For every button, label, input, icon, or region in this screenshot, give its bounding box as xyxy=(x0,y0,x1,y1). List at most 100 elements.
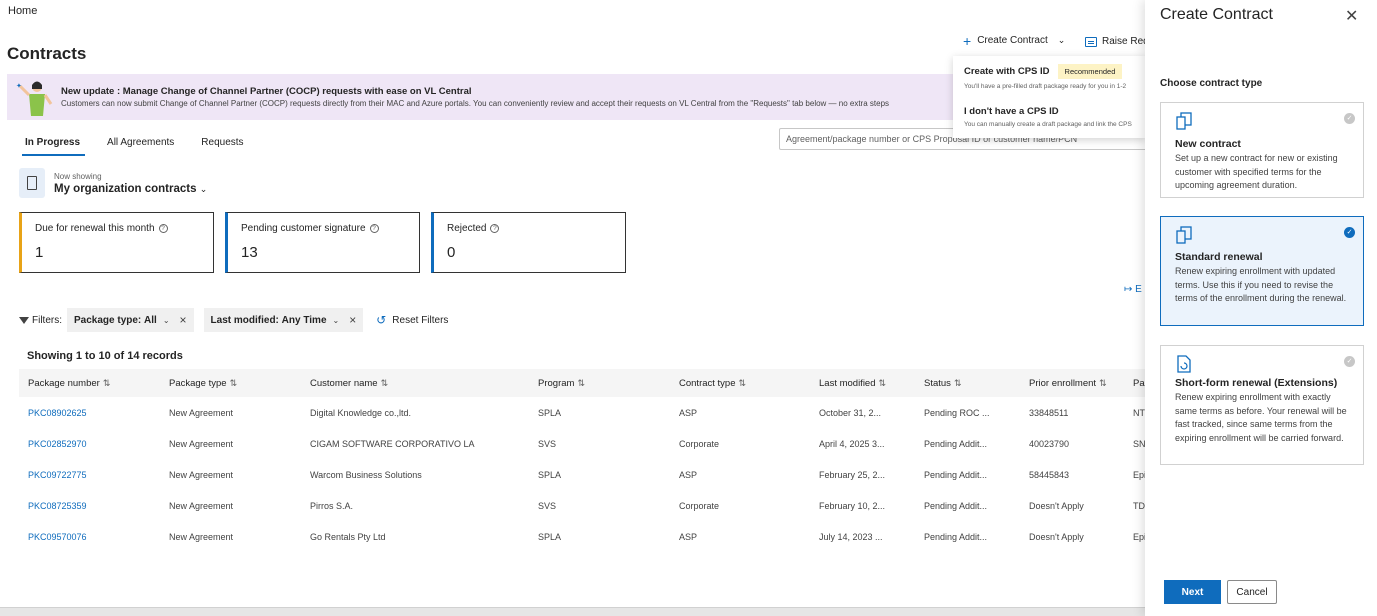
table-cell: Digital Knowledge co.,ltd. xyxy=(310,407,412,418)
table-cell: Pending ROC ... xyxy=(924,407,990,418)
tab-in-progress[interactable]: In Progress xyxy=(18,130,87,156)
table-row[interactable]: PKC08902625 New Agreement Digital Knowledg… xyxy=(19,397,1145,428)
page-title: Contracts xyxy=(7,44,87,63)
table-cell: April 4, 2025 3... xyxy=(819,438,885,449)
sort-icon: ⇅ xyxy=(380,377,389,388)
chevron-down-icon: ⌄ xyxy=(1057,35,1066,45)
table-cell: New Agreement xyxy=(169,469,234,480)
chevron-down-icon[interactable]: ⌄ xyxy=(333,316,340,325)
table-row[interactable]: PKC09570076 New Agreement Go Rentals Pty L… xyxy=(19,521,1145,552)
filter-chip-package-type[interactable]: Package type: All ⌄ × xyxy=(67,308,194,332)
next-button[interactable]: Next xyxy=(1164,580,1221,604)
table-cell: SVS xyxy=(538,500,557,511)
table-cell: SVS xyxy=(538,438,557,449)
close-icon[interactable]: ✕ xyxy=(1345,6,1358,26)
close-icon[interactable]: × xyxy=(180,313,187,327)
table-cell: Warcom Business Solutions xyxy=(310,469,422,480)
column-header[interactable]: Customer name ⇅ xyxy=(301,378,529,389)
table-cell: Corporate xyxy=(679,500,720,511)
table-cell: Pirros S.A. xyxy=(310,500,354,511)
filters-label: Filters: xyxy=(32,314,62,326)
package-number-link[interactable]: PKC02852970 xyxy=(19,439,160,449)
chip-label: Package type: All xyxy=(74,314,157,326)
table-row[interactable]: PKC09722775 New Agreement Warcom Business … xyxy=(19,459,1145,490)
raise-request-button[interactable]: Raise Requ xyxy=(1085,36,1154,47)
column-header[interactable]: Contract type ⇅ xyxy=(670,378,810,389)
menu-item-create-with-cps-id[interactable]: Create with CPS ID Recommended You'll hav… xyxy=(964,64,1146,90)
option-standard-renewal[interactable]: ✓ Standard renewal Renew expiring enroll… xyxy=(1160,216,1364,326)
refresh-document-icon xyxy=(1177,355,1191,373)
banner-title: New update : Manage Change of Channel Pa… xyxy=(61,86,472,97)
card-title: Due for renewal this month xyxy=(35,223,155,234)
package-number-link[interactable]: PKC08725359 xyxy=(19,501,160,511)
table-row[interactable]: PKC08725359 New Agreement Pirros S.A. SVS Co… xyxy=(19,490,1145,521)
create-contract-menu: Create with CPS ID Recommended You'll hav… xyxy=(953,56,1146,138)
view-selector[interactable]: Now showing My organization contracts ⌄ xyxy=(19,168,207,198)
package-number-link[interactable]: PKC08902625 xyxy=(19,408,160,418)
info-icon: ? xyxy=(158,224,168,233)
export-icon: ↦ xyxy=(1124,284,1133,295)
table-cell: New Agreement xyxy=(169,500,234,511)
breadcrumb[interactable]: Home xyxy=(8,5,37,17)
sort-icon: ⇅ xyxy=(738,377,747,388)
filter-chip-last-modified[interactable]: Last modified: Any Time ⌄ × xyxy=(203,308,364,332)
table-cell: SN xyxy=(1133,438,1145,449)
card-due-for-renewal[interactable]: Due for renewal this month? 1 xyxy=(19,212,214,273)
sort-icon: ⇅ xyxy=(577,377,585,388)
tab-all-agreements[interactable]: All Agreements xyxy=(100,130,181,155)
column-header[interactable]: Prior enrollment ⇅ xyxy=(1020,378,1124,389)
table-cell: New Agreement xyxy=(169,438,234,449)
tab-requests[interactable]: Requests xyxy=(194,130,250,155)
reset-filters-button[interactable]: ↺ Reset Filters xyxy=(376,313,448,327)
menu-item-no-cps-id[interactable]: I don't have a CPS ID You can manually c… xyxy=(964,106,1146,128)
column-header[interactable]: Package number ⇅ xyxy=(19,378,160,389)
column-header[interactable]: Status ⇅ xyxy=(915,378,1020,389)
close-icon[interactable]: × xyxy=(349,313,356,327)
menu-item-title: I don't have a CPS ID xyxy=(964,106,1059,117)
table-cell: TD xyxy=(1133,500,1145,511)
tabs: In Progress All Agreements Requests xyxy=(18,130,264,156)
radio-selected-icon: ✓ xyxy=(1344,227,1355,238)
sort-icon: ⇅ xyxy=(878,377,887,388)
table-cell: Go Rentals Pty Ltd xyxy=(310,531,386,542)
column-header[interactable]: Last modified ⇅ xyxy=(810,378,915,389)
chevron-down-icon[interactable]: ⌄ xyxy=(163,316,170,325)
horizontal-scrollbar[interactable] xyxy=(0,607,1145,616)
create-contract-panel: Create Contract ✕ Choose contract type ✓… xyxy=(1145,0,1377,616)
recommended-badge: Recommended xyxy=(1057,64,1123,79)
panel-title: Create Contract xyxy=(1160,6,1273,23)
table-cell: Pending Addit... xyxy=(924,500,988,511)
create-contract-label: Create Contract xyxy=(977,35,1048,46)
create-contract-button[interactable]: + Create Contract ⌄ xyxy=(963,34,1066,48)
table-cell: Epi xyxy=(1133,469,1145,480)
table-cell: July 14, 2023 ... xyxy=(819,531,883,542)
column-header[interactable]: Par xyxy=(1124,378,1145,389)
table-header: Package number ⇅ Package type ⇅ Customer n… xyxy=(19,369,1145,397)
card-value: 1 xyxy=(35,244,44,261)
choose-contract-type-label: Choose contract type xyxy=(1160,78,1263,89)
table-cell: 33848511 xyxy=(1029,407,1069,418)
table-cell: Pending Addit... xyxy=(924,469,988,480)
option-desc: Set up a new contract for new or existin… xyxy=(1175,153,1338,190)
menu-item-desc: You can manually create a draft package … xyxy=(964,121,1132,128)
chip-label: Last modified: Any Time xyxy=(210,314,327,326)
filter-icon xyxy=(19,316,29,324)
card-value: 0 xyxy=(447,244,456,261)
package-number-link[interactable]: PKC09722775 xyxy=(19,470,160,480)
info-icon: ? xyxy=(369,224,379,233)
option-new-contract[interactable]: ✓ New contract Set up a new contract for… xyxy=(1160,102,1364,198)
card-pending-signature[interactable]: Pending customer signature? 13 xyxy=(225,212,420,273)
table-cell: ASP xyxy=(679,531,698,542)
package-number-link[interactable]: PKC09570076 xyxy=(19,532,160,542)
column-header[interactable]: Package type ⇅ xyxy=(160,378,301,389)
table-cell: Epi xyxy=(1133,531,1145,542)
option-short-form-renewal[interactable]: ✓ Short-form renewal (Extensions) Renew … xyxy=(1160,345,1364,465)
table-cell: February 25, 2... xyxy=(819,469,886,480)
now-showing-label: Now showing xyxy=(54,171,102,181)
table-row[interactable]: PKC02852970 New Agreement CIGAM SOFTWARE C… xyxy=(19,428,1145,459)
export-button[interactable]: ↦ E xyxy=(1124,284,1142,295)
column-header[interactable]: Program ⇅ xyxy=(529,378,670,389)
table-cell: 58445843 xyxy=(1029,469,1070,480)
card-rejected[interactable]: Rejected? 0 xyxy=(431,212,626,273)
cancel-button[interactable]: Cancel xyxy=(1227,580,1277,604)
